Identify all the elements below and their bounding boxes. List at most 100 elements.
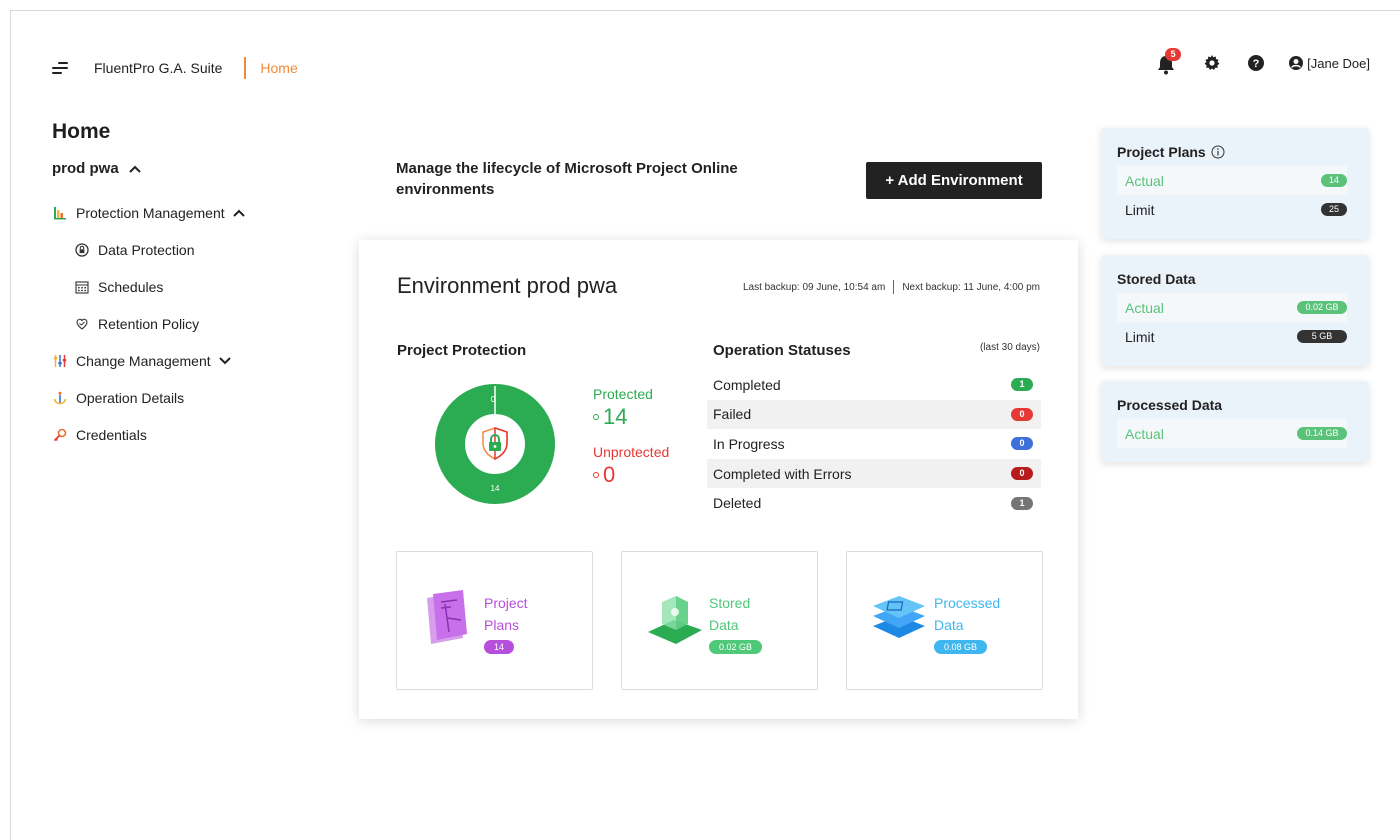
environment-card: Environment prod pwa Last backup: 09 Jun… bbox=[359, 240, 1078, 719]
add-environment-button[interactable]: + Add Environment bbox=[866, 162, 1042, 199]
status-row-deleted[interactable]: Deleted 1 bbox=[707, 488, 1041, 518]
svg-text:?: ? bbox=[1253, 58, 1260, 70]
sidebar-item-label: Schedules bbox=[98, 278, 164, 295]
breadcrumb[interactable]: Home bbox=[260, 60, 297, 76]
usage-limit-label: Limit bbox=[1125, 201, 1155, 218]
tile-processed-data[interactable]: Processed Data 0.08 GB bbox=[846, 551, 1043, 690]
sidebar-item-change-management[interactable]: Change Management bbox=[52, 342, 312, 379]
usage-card-title-text: Project Plans bbox=[1117, 144, 1206, 160]
usage-actual-label: Actual bbox=[1125, 299, 1164, 316]
sidebar-item-retention-policy[interactable]: Retention Policy bbox=[52, 305, 312, 342]
backup-divider bbox=[893, 280, 895, 294]
sidebar-item-protection-management[interactable]: Protection Management bbox=[52, 194, 312, 231]
status-count: 0 bbox=[1011, 407, 1033, 421]
sidebar-item-schedules[interactable]: Schedules bbox=[52, 268, 312, 305]
usage-card-title: Stored Data bbox=[1117, 271, 1196, 287]
status-label: Completed bbox=[713, 376, 781, 393]
usage-limit-value: 25 bbox=[1321, 203, 1347, 216]
usage-actual-row: Actual 0.02 GB bbox=[1117, 293, 1347, 322]
tile-label-line2: Plans bbox=[484, 617, 520, 633]
settings-button[interactable] bbox=[1201, 52, 1223, 74]
notifications-button[interactable]: 5 bbox=[1157, 48, 1182, 75]
chevron-up-icon bbox=[232, 209, 245, 217]
sidebar-item-label: Operation Details bbox=[76, 389, 185, 406]
usage-limit-row: Limit 25 bbox=[1117, 195, 1347, 224]
unprotected-count: 0 bbox=[603, 462, 616, 487]
protection-donut: 0 14 bbox=[435, 384, 555, 504]
summary-tiles: Project Plans 14 Stored Data 0.02 GB Pro… bbox=[396, 551, 1043, 690]
protected-value: 14 bbox=[593, 404, 669, 430]
operation-period: (last 30 days) bbox=[979, 342, 1040, 353]
tile-label-line2: Data bbox=[709, 617, 739, 633]
usage-actual-value: 14 bbox=[1321, 174, 1347, 187]
tile-label-line1: Stored bbox=[709, 595, 751, 611]
status-count: 1 bbox=[1011, 378, 1033, 392]
usage-limit-row: Limit 5 GB bbox=[1117, 322, 1347, 351]
storage-icon bbox=[648, 596, 702, 644]
usage-limit-label: Limit bbox=[1125, 328, 1155, 345]
tile-label-line1: Processed bbox=[934, 595, 1001, 611]
sliders-icon bbox=[52, 353, 68, 369]
top-bar: FluentPro G.A. Suite Home bbox=[52, 56, 298, 80]
environment-name: prod pwa bbox=[52, 160, 119, 177]
sidebar-item-operation-details[interactable]: Operation Details bbox=[52, 379, 312, 416]
brand-divider bbox=[244, 57, 247, 79]
usage-actual-label: Actual bbox=[1125, 425, 1164, 442]
tile-label: Processed Data bbox=[934, 592, 1000, 636]
sidebar-item-label: Protection Management bbox=[76, 204, 225, 221]
question-icon: ? bbox=[1248, 55, 1265, 71]
usage-actual-value: 0.14 GB bbox=[1297, 427, 1347, 440]
status-row-failed[interactable]: Failed 0 bbox=[707, 399, 1041, 430]
status-row-in-progress[interactable]: In Progress 0 bbox=[707, 429, 1041, 459]
page-title: Home bbox=[52, 120, 111, 143]
usage-card-project-plans: Project Plans Actual 14 Limit 25 bbox=[1101, 128, 1369, 239]
manage-description: Manage the lifecycle of Microsoft Projec… bbox=[396, 160, 738, 198]
unprotected-dot bbox=[593, 472, 599, 478]
layers-icon bbox=[873, 596, 925, 638]
user-icon bbox=[1289, 56, 1304, 70]
anchor-icon bbox=[52, 390, 68, 406]
last-backup: Last backup: 09 June, 10:54 am bbox=[742, 281, 886, 293]
usage-actual-label: Actual bbox=[1125, 172, 1164, 189]
usage-card-title: Project Plans bbox=[1117, 144, 1347, 160]
header-actions: 5 ? [Jane Doe] bbox=[1157, 48, 1370, 75]
menu-icon[interactable] bbox=[52, 61, 72, 75]
status-count: 0 bbox=[1011, 437, 1033, 451]
user-menu[interactable]: [Jane Doe] bbox=[1289, 56, 1370, 71]
protected-count: 14 bbox=[603, 404, 628, 429]
next-backup: Next backup: 11 June, 4:00 pm bbox=[902, 281, 1040, 293]
status-row-completed[interactable]: Completed 1 bbox=[707, 370, 1041, 400]
notification-badge: 5 bbox=[1165, 48, 1182, 61]
project-protection-title: Project Protection bbox=[397, 342, 527, 359]
tile-label-line2: Data bbox=[934, 617, 964, 633]
chart-icon bbox=[52, 205, 68, 221]
tile-project-plans[interactable]: Project Plans 14 bbox=[396, 551, 593, 690]
protection-legend: Protected 14 Unprotected 0 bbox=[593, 386, 669, 488]
sidebar-item-credentials[interactable]: Credentials bbox=[52, 416, 312, 453]
status-row-completed-with-errors[interactable]: Completed with Errors 0 bbox=[707, 458, 1041, 489]
status-label: Failed bbox=[713, 406, 752, 423]
lock-icon bbox=[74, 242, 90, 258]
usage-card-processed-data: Processed Data Actual 0.14 GB bbox=[1101, 381, 1369, 462]
sidebar-item-label: Change Management bbox=[76, 352, 211, 369]
help-button[interactable]: ? bbox=[1245, 52, 1267, 74]
tile-value: 0.02 GB bbox=[709, 640, 763, 654]
usage-actual-value: 0.02 GB bbox=[1297, 301, 1347, 314]
environment-selector[interactable]: prod pwa bbox=[52, 160, 312, 177]
usage-limit-value: 5 GB bbox=[1297, 330, 1347, 343]
tile-value: 14 bbox=[484, 640, 515, 654]
chevron-down-icon bbox=[218, 356, 231, 364]
backup-info: Last backup: 09 June, 10:54 am Next back… bbox=[743, 280, 1040, 294]
status-count: 0 bbox=[1011, 467, 1033, 481]
tile-value: 0.08 GB bbox=[934, 640, 988, 654]
tile-label-line1: Project bbox=[484, 595, 528, 611]
sidebar-item-data-protection[interactable]: Data Protection bbox=[52, 231, 312, 268]
status-label: Deleted bbox=[713, 495, 762, 512]
gear-icon bbox=[1204, 55, 1220, 70]
tile-stored-data[interactable]: Stored Data 0.02 GB bbox=[621, 551, 818, 690]
protected-label: Protected bbox=[593, 386, 653, 402]
info-icon[interactable] bbox=[1211, 145, 1225, 159]
status-label: In Progress bbox=[713, 435, 785, 452]
operation-statuses-title: Operation Statuses bbox=[713, 342, 851, 359]
environment-title: Environment prod pwa bbox=[397, 273, 618, 298]
